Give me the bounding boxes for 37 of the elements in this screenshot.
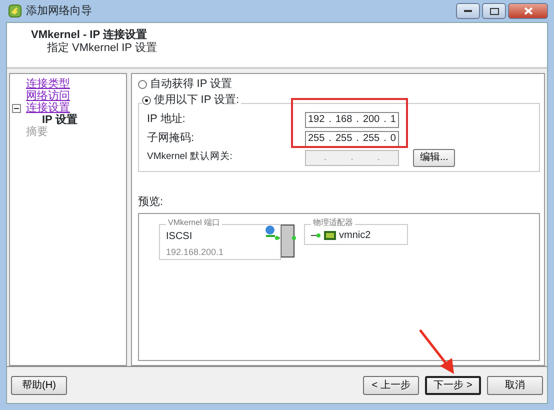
radio-button[interactable] bbox=[142, 96, 151, 104]
adapter-name: vmnic2 bbox=[339, 228, 371, 242]
minimize-button[interactable] bbox=[456, 3, 480, 19]
field-label: IP 地址: bbox=[147, 112, 186, 128]
app-icon bbox=[8, 4, 22, 18]
port-ip: 192.168.200.1 bbox=[166, 246, 225, 258]
port-legend: VMkernel 端口 bbox=[166, 218, 222, 228]
wizard-button[interactable]: 取消 bbox=[487, 376, 543, 394]
window-title: 添加网络向导 bbox=[26, 4, 92, 19]
maximize-icon bbox=[490, 8, 498, 14]
field-label: VMkernel 默认网关: bbox=[147, 150, 234, 164]
maximize-button[interactable] bbox=[482, 3, 506, 19]
nav-link[interactable]: 连接类型 bbox=[26, 78, 70, 90]
collapse-icon[interactable] bbox=[12, 104, 21, 112]
page-subtitle: 指定 VMkernel IP 设置 bbox=[46, 42, 158, 55]
wizard-button[interactable]: < 上一步 bbox=[363, 376, 419, 394]
ip-address-field[interactable]: 192 . 168 . 200 . 1 bbox=[305, 112, 399, 128]
nav-link[interactable]: 网络访问 bbox=[26, 90, 70, 102]
wizard-button[interactable]: 帮助(H) bbox=[11, 376, 67, 394]
ip-address-field: . . . bbox=[305, 150, 399, 166]
preview-label: 预览: bbox=[138, 195, 164, 210]
network-card-icon bbox=[324, 230, 336, 240]
close-button[interactable] bbox=[508, 3, 548, 19]
connector-line bbox=[311, 232, 321, 238]
page-title: VMkernel - IP 连接设置 bbox=[31, 29, 148, 42]
radio-label[interactable]: 自动获得 IP 设置 bbox=[150, 76, 232, 92]
ip-address-field[interactable]: 255 . 255 . 255 . 0 bbox=[305, 130, 399, 146]
radio-button[interactable] bbox=[138, 80, 147, 88]
adapter-legend: 物理适配器 bbox=[311, 218, 355, 228]
minimize-icon bbox=[464, 10, 472, 12]
wizard-button[interactable]: 下一步 > bbox=[425, 376, 481, 394]
close-icon bbox=[524, 7, 532, 15]
nav-link[interactable]: 连接设置 bbox=[26, 102, 70, 114]
radio-label[interactable]: 使用以下 IP 设置: bbox=[154, 92, 240, 108]
field-label: 子网掩码: bbox=[147, 131, 196, 146]
port-name: ISCSI bbox=[166, 230, 194, 244]
edit-button[interactable]: 编辑... bbox=[413, 148, 456, 166]
